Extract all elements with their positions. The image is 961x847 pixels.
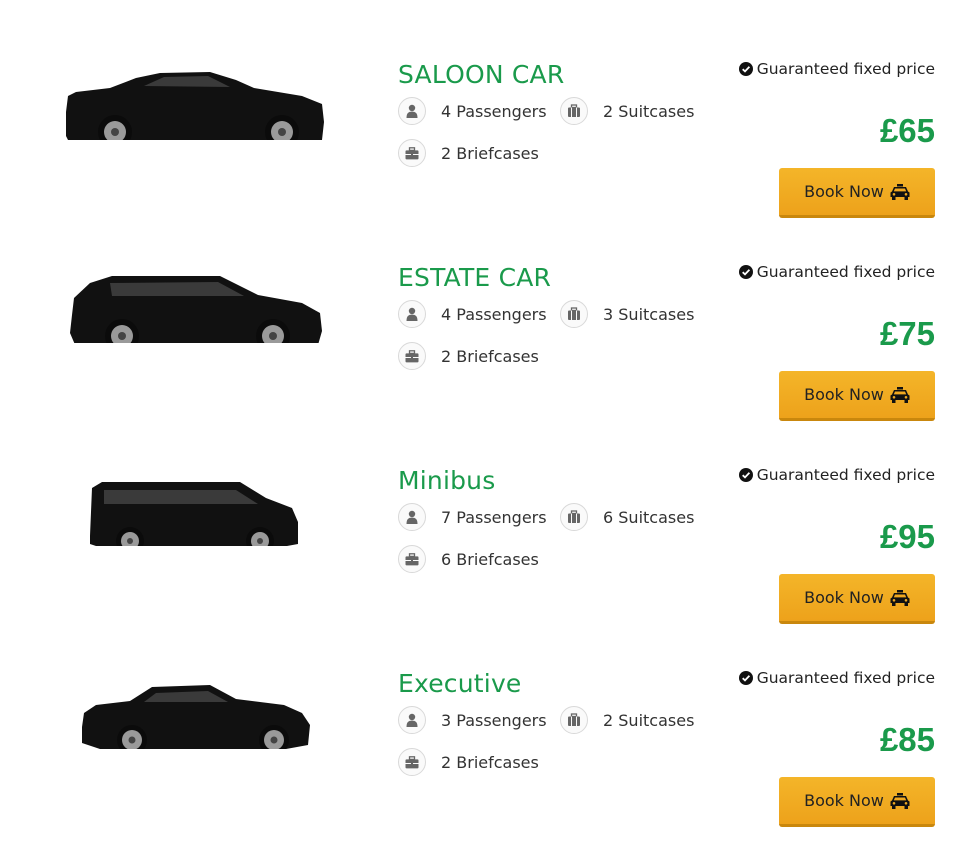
taxi-icon <box>890 386 910 403</box>
minibus-image <box>90 482 298 546</box>
book-now-button[interactable]: Book Now <box>779 777 935 827</box>
passengers-text: 4 Passengers <box>441 304 547 324</box>
guarantee-note: Guaranteed fixed price <box>720 263 935 281</box>
briefcases-text: 2 Briefcases <box>441 346 539 366</box>
check-circle-icon <box>738 468 753 482</box>
vehicle-name: Minibus <box>398 466 496 495</box>
user-icon <box>398 503 426 531</box>
price: £85 <box>879 721 935 758</box>
suitcases-feature: 2 Suitcases <box>560 704 694 736</box>
briefcases-text: 2 Briefcases <box>441 752 539 772</box>
suitcases-text: 6 Suitcases <box>603 507 695 527</box>
vehicle-row-executive: Executive 3 Passengers 2 Suitcases 2 Bri… <box>0 609 961 827</box>
briefcase-icon <box>398 342 426 370</box>
passengers-feature: 3 Passengers <box>398 704 547 736</box>
vehicle-name: Executive <box>398 669 522 698</box>
suitcase-icon <box>560 300 588 328</box>
book-now-label: Book Now <box>804 791 884 810</box>
passengers-text: 7 Passengers <box>441 507 547 527</box>
suitcases-feature: 6 Suitcases <box>560 501 694 533</box>
price: £95 <box>879 518 935 555</box>
user-icon <box>398 706 426 734</box>
price: £65 <box>879 112 935 149</box>
estate-car-image <box>70 276 322 343</box>
vehicle-row-saloon: SALOON CAR 4 Passengers 2 Suitcases 2 Br… <box>0 0 961 218</box>
briefcases-text: 6 Briefcases <box>441 549 539 569</box>
briefcase-icon <box>398 139 426 167</box>
saloon-car-image <box>66 72 324 140</box>
vehicle-row-minibus: Minibus 7 Passengers 6 Suitcases 6 Brief… <box>0 406 961 624</box>
guarantee-text: Guaranteed fixed price <box>756 60 935 78</box>
passengers-feature: 4 Passengers <box>398 298 547 330</box>
passengers-feature: 7 Passengers <box>398 501 547 533</box>
check-circle-icon <box>738 671 753 685</box>
passengers-text: 3 Passengers <box>441 710 547 730</box>
taxi-icon <box>890 792 910 809</box>
briefcases-feature: 6 Briefcases <box>398 543 539 575</box>
user-icon <box>398 300 426 328</box>
guarantee-text: Guaranteed fixed price <box>756 669 935 687</box>
briefcase-icon <box>398 748 426 776</box>
price: £75 <box>879 315 935 352</box>
vehicle-name: SALOON CAR <box>398 60 565 89</box>
book-now-label: Book Now <box>804 588 884 607</box>
guarantee-text: Guaranteed fixed price <box>756 466 935 484</box>
taxi-icon <box>890 589 910 606</box>
guarantee-note: Guaranteed fixed price <box>720 669 935 687</box>
suitcases-text: 2 Suitcases <box>603 710 695 730</box>
passengers-feature: 4 Passengers <box>398 95 547 127</box>
passengers-text: 4 Passengers <box>441 101 547 121</box>
check-circle-icon <box>738 265 753 279</box>
briefcase-icon <box>398 545 426 573</box>
vehicle-name: ESTATE CAR <box>398 263 552 292</box>
guarantee-note: Guaranteed fixed price <box>720 60 935 78</box>
check-circle-icon <box>738 62 753 76</box>
book-now-label: Book Now <box>804 385 884 404</box>
suitcases-text: 3 Suitcases <box>603 304 695 324</box>
suitcases-text: 2 Suitcases <box>603 101 695 121</box>
suitcase-icon <box>560 706 588 734</box>
suitcase-icon <box>560 97 588 125</box>
guarantee-text: Guaranteed fixed price <box>756 263 935 281</box>
briefcases-feature: 2 Briefcases <box>398 340 539 372</box>
suitcases-feature: 2 Suitcases <box>560 95 694 127</box>
vehicle-row-estate: ESTATE CAR 4 Passengers 3 Suitcases 2 Br… <box>0 203 961 421</box>
suitcases-feature: 3 Suitcases <box>560 298 694 330</box>
book-now-label: Book Now <box>804 182 884 201</box>
briefcases-text: 2 Briefcases <box>441 143 539 163</box>
executive-car-image <box>82 685 310 749</box>
briefcases-feature: 2 Briefcases <box>398 746 539 778</box>
user-icon <box>398 97 426 125</box>
briefcases-feature: 2 Briefcases <box>398 137 539 169</box>
taxi-icon <box>890 183 910 200</box>
suitcase-icon <box>560 503 588 531</box>
guarantee-note: Guaranteed fixed price <box>720 466 935 484</box>
